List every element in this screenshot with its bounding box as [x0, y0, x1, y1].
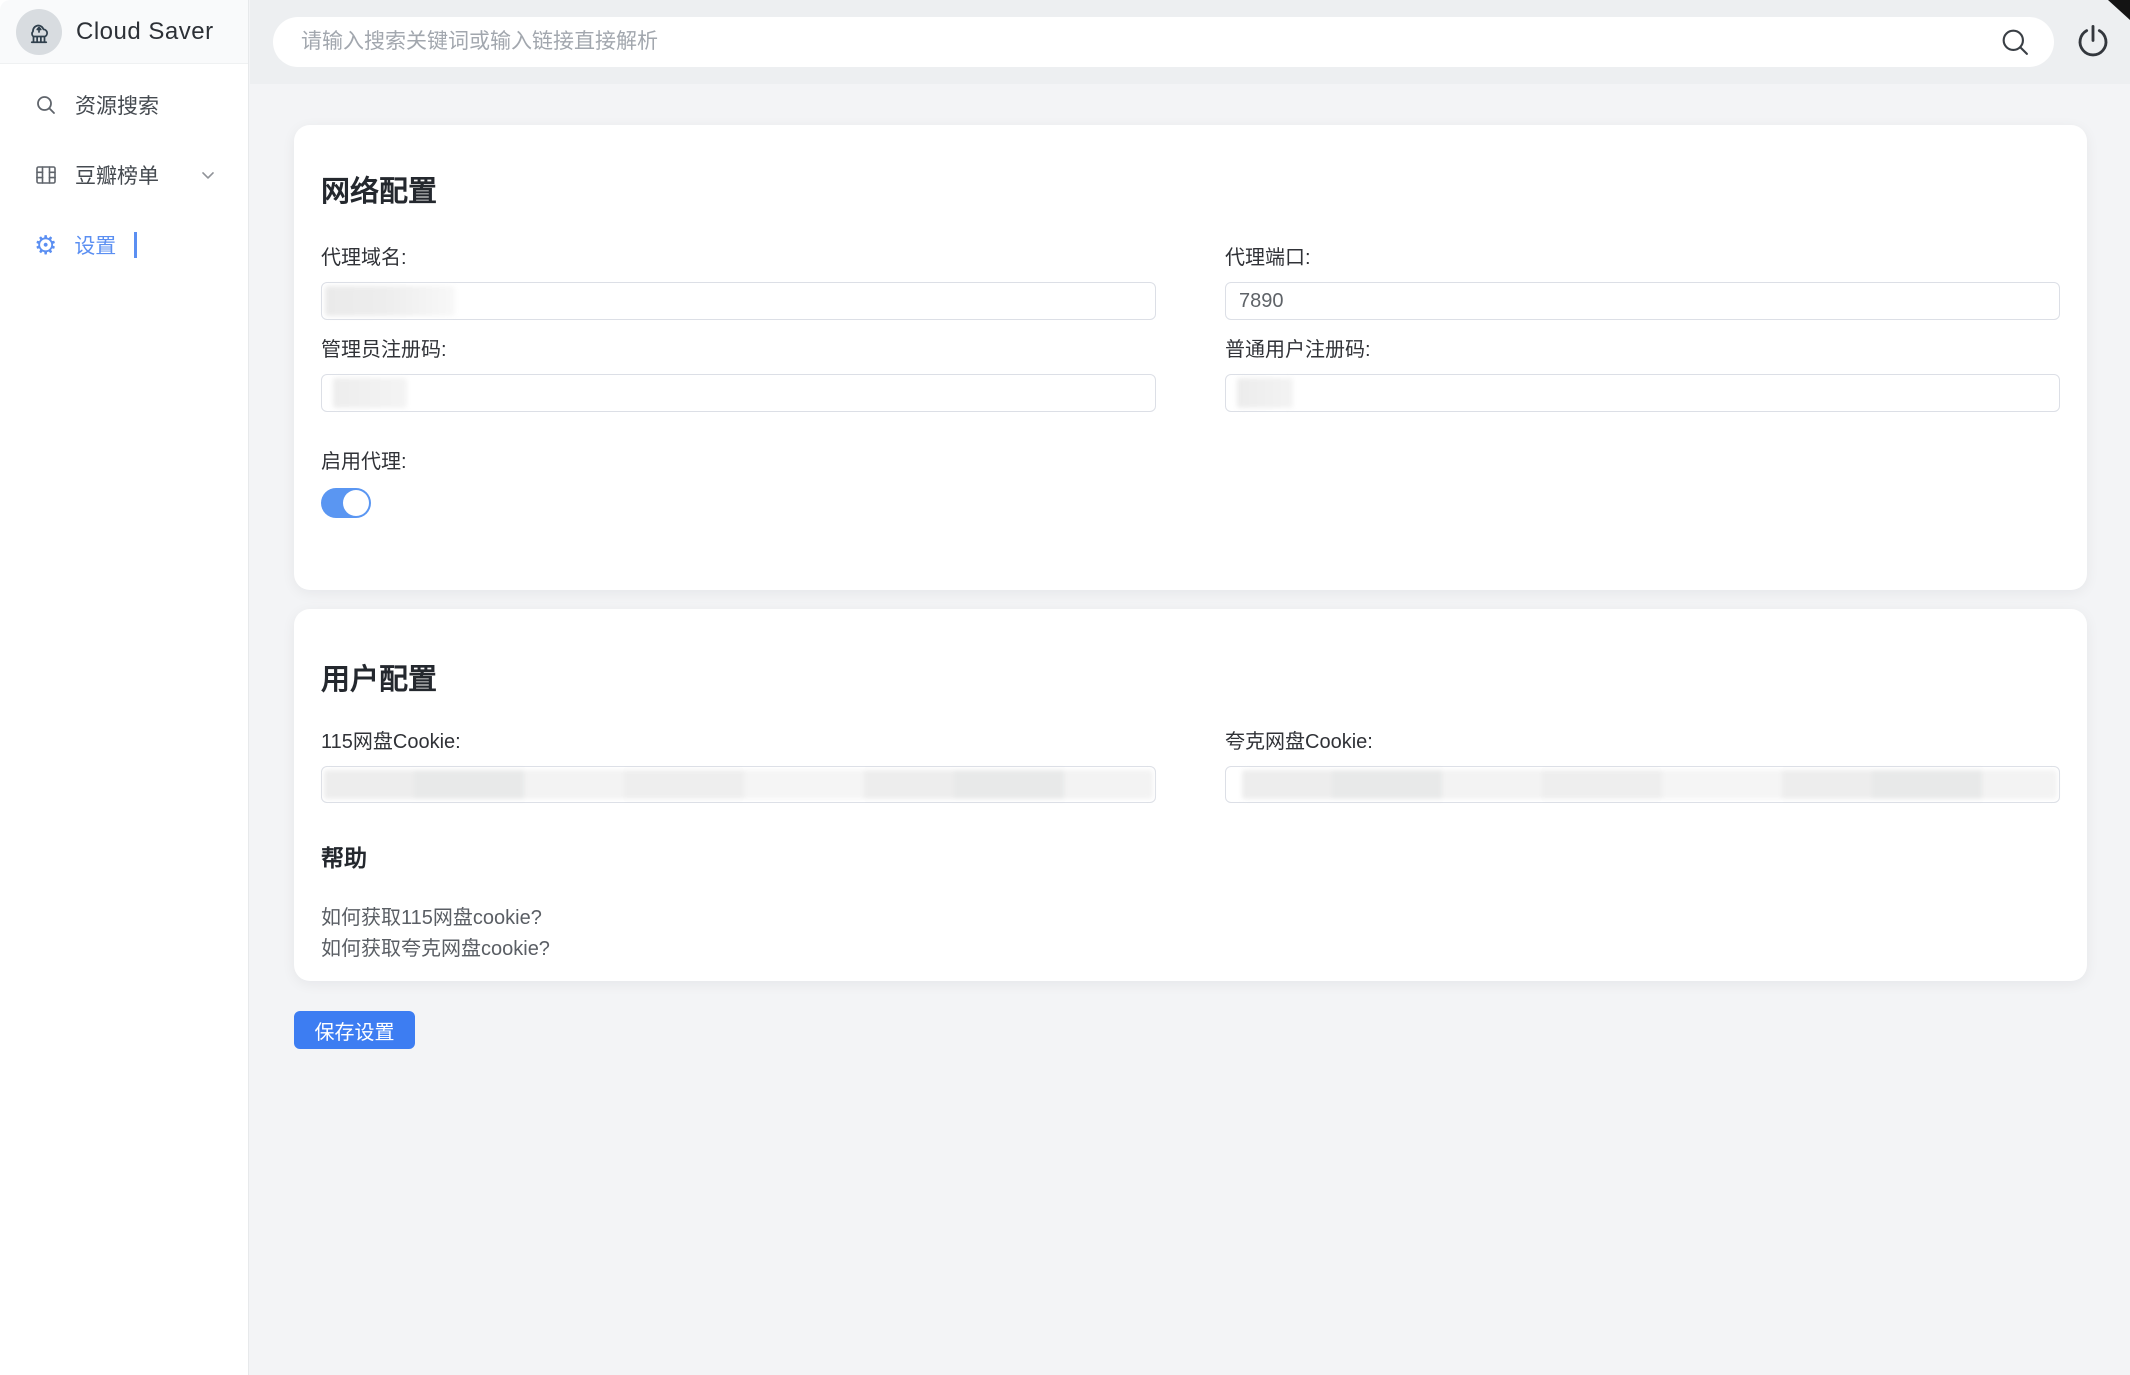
network-card-title: 网络配置 — [321, 125, 2060, 210]
sidebar-item-label: 豆瓣榜单 — [75, 160, 159, 190]
help-links: 如何获取115网盘cookie? 如何获取夸克网盘cookie? — [321, 903, 2060, 965]
toggle-knob — [343, 490, 369, 516]
enable-proxy-field: 启用代理: — [321, 448, 2060, 518]
power-icon — [2074, 23, 2112, 61]
app-logo-header: Cloud Saver — [0, 0, 248, 64]
chevron-down-icon — [198, 165, 218, 185]
settings-page: 网络配置 代理域名: 代理端口: 7890 管理员注册码: — [250, 84, 2130, 1375]
user-card-title: 用户配置 — [321, 609, 2060, 698]
user-code-input[interactable] — [1225, 374, 2060, 412]
search-input[interactable] — [301, 30, 1998, 54]
redacted-value — [1237, 378, 1293, 408]
admin-code-label: 管理员注册码: — [321, 336, 1156, 364]
logout-power-button[interactable] — [2074, 23, 2112, 61]
redacted-value — [324, 770, 1153, 799]
sidebar-item-label: 设置 — [74, 230, 116, 260]
network-config-card: 网络配置 代理域名: 代理端口: 7890 管理员注册码: — [294, 125, 2087, 590]
app-logo — [16, 9, 62, 55]
search-bar — [273, 17, 2054, 67]
sidebar: Cloud Saver 资源搜索 豆瓣榜单 — [0, 0, 249, 1375]
admin-code-field: 管理员注册码: — [321, 336, 1156, 412]
redacted-value — [325, 286, 455, 316]
film-grid-icon — [34, 163, 58, 187]
proxy-port-input[interactable]: 7890 — [1225, 282, 2060, 320]
cookie-quark-input[interactable] — [1225, 766, 2060, 803]
user-code-label: 普通用户注册码: — [1225, 336, 2060, 364]
user-config-card: 用户配置 115网盘Cookie: 夸克网盘Cookie: 帮助 如何获取115… — [294, 609, 2087, 981]
cookie-quark-label: 夸克网盘Cookie: — [1225, 728, 2060, 756]
help-link-quark-cookie[interactable]: 如何获取夸克网盘cookie? — [321, 934, 550, 965]
cookie-115-field: 115网盘Cookie: — [321, 728, 1156, 803]
cookie-quark-field: 夸克网盘Cookie: — [1225, 728, 2060, 803]
search-button[interactable] — [1998, 25, 2032, 59]
text-caret — [134, 232, 137, 258]
sidebar-menu: 资源搜索 豆瓣榜单 ⚙ 设置 — [0, 64, 248, 276]
admin-code-input[interactable] — [321, 374, 1156, 412]
search-icon — [34, 93, 58, 117]
proxy-port-field: 代理端口: 7890 — [1225, 244, 2060, 320]
proxy-domain-field: 代理域名: — [321, 244, 1156, 320]
save-settings-button[interactable]: 保存设置 — [294, 1011, 415, 1049]
help-title: 帮助 — [321, 845, 2060, 871]
redacted-value — [1242, 770, 2057, 799]
user-code-field: 普通用户注册码: — [1225, 336, 2060, 412]
proxy-domain-label: 代理域名: — [321, 244, 1156, 272]
cookie-115-input[interactable] — [321, 766, 1156, 803]
cookie-115-label: 115网盘Cookie: — [321, 728, 1156, 756]
topbar — [250, 0, 2130, 84]
proxy-port-value: 7890 — [1239, 290, 1284, 313]
proxy-port-label: 代理端口: — [1225, 244, 2060, 272]
sidebar-item-resource-search[interactable]: 资源搜索 — [0, 74, 248, 136]
app-title: Cloud Saver — [76, 18, 214, 46]
sidebar-item-label: 资源搜索 — [75, 90, 159, 120]
help-link-115-cookie[interactable]: 如何获取115网盘cookie? — [321, 903, 542, 934]
sidebar-item-settings[interactable]: ⚙ 设置 — [0, 214, 248, 276]
proxy-domain-input[interactable] — [321, 282, 1156, 320]
enable-proxy-toggle[interactable] — [321, 488, 371, 518]
redacted-value — [333, 378, 407, 408]
enable-proxy-label: 启用代理: — [321, 448, 2060, 476]
search-icon — [1998, 25, 2032, 59]
gear-icon: ⚙ — [34, 232, 57, 258]
sidebar-item-douban-rankings[interactable]: 豆瓣榜单 — [0, 144, 248, 206]
cloud-upload-logo-icon — [24, 17, 54, 47]
